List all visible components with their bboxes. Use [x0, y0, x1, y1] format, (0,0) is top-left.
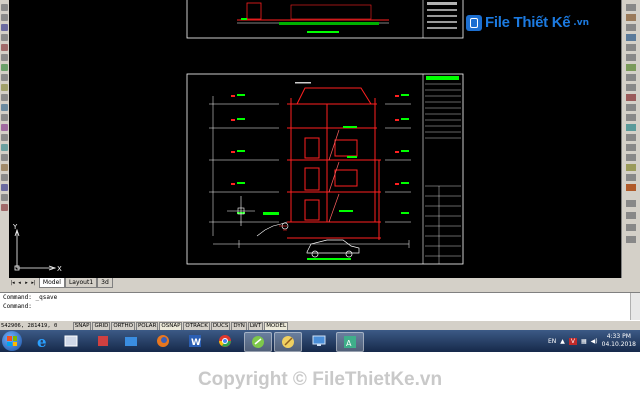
array-icon[interactable] [626, 44, 636, 51]
terminal-icon[interactable]: A [336, 332, 364, 352]
copyright-watermark: Copyright © FileThietKe.vn [0, 352, 640, 400]
mtext-tool-icon[interactable] [1, 144, 8, 151]
command-window[interactable]: Command: _qsave Command: [0, 292, 640, 320]
folder-icon[interactable] [118, 332, 144, 350]
scale-icon[interactable] [626, 74, 636, 81]
windows-logo-icon [7, 336, 17, 346]
autocad-window: Y X File Thiết Kế .vn |◂ ◂ ▸ ▸| Model La… [0, 0, 640, 352]
break-icon[interactable] [626, 114, 636, 121]
region-tool-icon[interactable] [1, 124, 8, 131]
match-properties-icon[interactable] [626, 184, 636, 191]
offset-icon[interactable] [626, 34, 636, 41]
svg-text:e: e [37, 334, 47, 348]
make-block-icon[interactable] [1, 94, 8, 101]
properties-icon[interactable] [626, 224, 636, 231]
ucs-x-label: X [57, 265, 62, 273]
main-sheet [186, 73, 464, 265]
rotate-icon[interactable] [626, 64, 636, 71]
offset-tool-icon[interactable] [1, 184, 8, 191]
trim-icon[interactable] [626, 94, 636, 101]
move-icon[interactable] [626, 54, 636, 61]
join-icon[interactable] [626, 124, 636, 131]
line-tool-icon[interactable] [1, 4, 8, 11]
volume-icon[interactable]: ◀) [591, 338, 598, 345]
paint-icon[interactable] [274, 332, 302, 352]
ucs-y-label: Y [12, 223, 18, 231]
ellipse-tool-icon[interactable] [1, 74, 8, 81]
fillet-icon[interactable] [626, 144, 636, 151]
extend-icon[interactable] [626, 104, 636, 111]
car-block [306, 239, 360, 258]
circle-tool-icon[interactable] [1, 54, 8, 61]
erase-tool-icon[interactable] [1, 154, 8, 161]
svg-text:A: A [346, 339, 352, 348]
command-scrollbar[interactable] [630, 293, 640, 320]
language-indicator[interactable]: EN [548, 338, 556, 345]
array-tool-icon[interactable] [1, 194, 8, 201]
table-tool-icon[interactable] [1, 134, 8, 141]
network-icon[interactable]: ▦ [581, 338, 587, 345]
layer-icon[interactable] [626, 212, 636, 219]
model-space-canvas[interactable]: Y X File Thiết Kế .vn [9, 0, 621, 278]
chrome-icon[interactable] [212, 332, 238, 350]
stretch-icon[interactable] [626, 84, 636, 91]
tray-app-icon[interactable]: V [568, 337, 577, 345]
mirror-icon[interactable] [626, 24, 636, 31]
zoom-icon[interactable] [626, 174, 636, 181]
tray-arrow-icon[interactable]: ▲ [560, 338, 565, 345]
spline-tool-icon[interactable] [1, 64, 8, 71]
word-icon[interactable]: W [182, 332, 208, 350]
pan-icon[interactable] [626, 164, 636, 171]
crosshair-cursor [227, 196, 255, 226]
erase-icon[interactable] [626, 4, 636, 11]
logo-icon [466, 14, 483, 31]
move-tool-icon[interactable] [1, 204, 8, 211]
first-tab-button[interactable]: |◂ [9, 279, 16, 287]
settings-icon[interactable] [90, 332, 116, 350]
clock[interactable]: 4:33 PM 04.10.2018 [602, 333, 636, 349]
internet-explorer-icon[interactable]: e [30, 332, 56, 350]
last-tab-button[interactable]: ▸| [30, 279, 37, 287]
command-prompt[interactable]: Command: [0, 302, 640, 311]
modify-toolbar [621, 0, 640, 278]
command-history: Command: _qsave [3, 294, 58, 301]
copy-tool-icon[interactable] [1, 164, 8, 171]
prev-tab-button[interactable]: ◂ [16, 279, 23, 287]
firefox-icon[interactable] [150, 332, 176, 350]
explode-icon[interactable] [626, 154, 636, 161]
drawing-svg: Y X [12, 0, 464, 273]
svg-text:W: W [191, 338, 201, 348]
clock-date: 04.10.2018 [601, 341, 636, 348]
tab-layout1[interactable]: Layout1 [64, 278, 98, 288]
autocad-icon[interactable] [244, 332, 272, 352]
system-tray: EN ▲ V ▦ ◀) 4:33 PM 04.10.2018 [548, 330, 636, 352]
dimension-icon[interactable] [626, 200, 636, 207]
layout-tab-bar: |◂ ◂ ▸ ▸| Model Layout1 3d [9, 278, 621, 288]
file-explorer-icon[interactable] [58, 332, 84, 350]
polygon-tool-icon[interactable] [1, 24, 8, 31]
rectangle-tool-icon[interactable] [1, 34, 8, 41]
tab-model[interactable]: Model [38, 278, 65, 288]
mirror-tool-icon[interactable] [1, 174, 8, 181]
clock-time: 4:33 PM [606, 333, 631, 340]
copy-icon[interactable] [626, 14, 636, 21]
hatch-tool-icon[interactable] [1, 114, 8, 121]
next-tab-button[interactable]: ▸ [23, 279, 30, 287]
tab-3d[interactable]: 3d [97, 278, 113, 288]
windows-taskbar: e W A EN ▲ V ▦ ◀) 4:33 PM 04.10.2018 [0, 330, 640, 352]
polyline-tool-icon[interactable] [1, 14, 8, 21]
insert-block-icon[interactable] [1, 84, 8, 91]
remote-desktop-icon[interactable] [306, 332, 332, 350]
ucs-icon [14, 228, 57, 271]
logo-brand: File Thiết Kế [485, 14, 571, 31]
start-button[interactable] [2, 331, 22, 351]
arc-tool-icon[interactable] [1, 44, 8, 51]
text-style-icon[interactable] [626, 236, 636, 243]
filethietke-logo: File Thiết Kế .vn [466, 14, 589, 31]
top-sheet [186, 0, 464, 39]
point-tool-icon[interactable] [1, 104, 8, 111]
chamfer-icon[interactable] [626, 134, 636, 141]
logo-domain: .vn [573, 17, 589, 28]
